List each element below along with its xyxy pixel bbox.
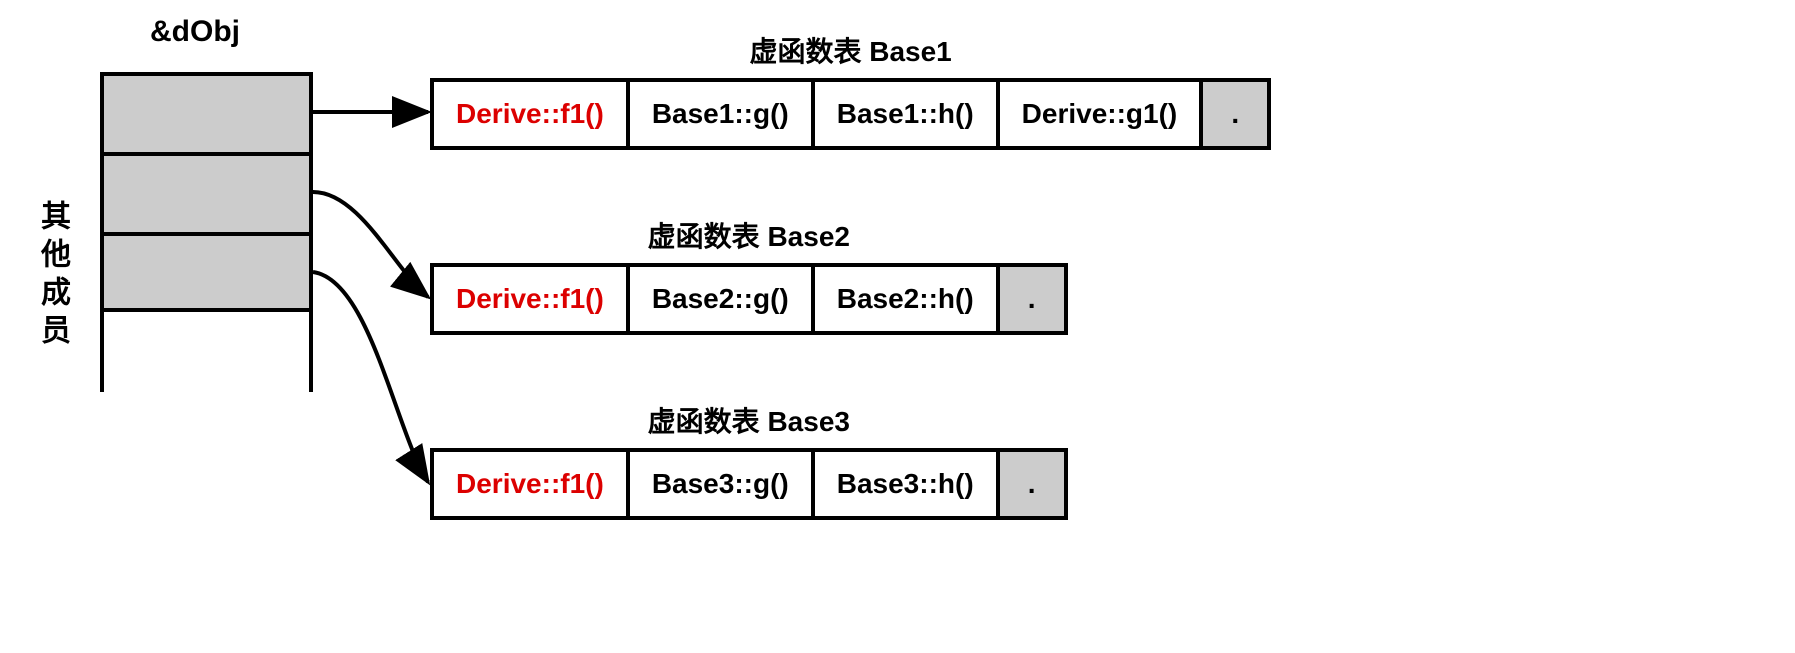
vtable-base2-cell-1: Base2::g() (630, 267, 815, 331)
vtable-base3-terminator: . (1000, 452, 1064, 516)
vtable-base2-cell-2: Base2::h() (815, 267, 1000, 331)
vtable-base3-cell-0: Derive::f1() (434, 452, 630, 516)
other-members-label: 其他成员 (30, 200, 74, 352)
vtable-base1-cell-1: Base1::g() (630, 82, 815, 146)
vtable-base2-row: Derive::f1() Base2::g() Base2::h() . (430, 263, 1068, 335)
vtable-base1-cell-0: Derive::f1() (434, 82, 630, 146)
vptr-slot-1 (100, 72, 313, 152)
vtable-base1-title: 虚函数表 Base1 (430, 30, 1271, 70)
vtable-base1: 虚函数表 Base1 Derive::f1() Base1::g() Base1… (430, 30, 1271, 150)
vtable-base1-cell-3: Derive::g1() (1000, 82, 1204, 146)
vtable-base2-cell-0: Derive::f1() (434, 267, 630, 331)
vptr-slot-3 (100, 232, 313, 312)
vtable-base3-cell-1: Base3::g() (630, 452, 815, 516)
object-memory-layout (100, 72, 313, 392)
vtable-base1-cell-2: Base1::h() (815, 82, 1000, 146)
object-pointer-label: &dObj (150, 15, 240, 49)
vtable-base3-cell-2: Base3::h() (815, 452, 1000, 516)
vtable-base3-row: Derive::f1() Base3::g() Base3::h() . (430, 448, 1068, 520)
object-extension (100, 312, 313, 392)
vptr-slot-2 (100, 152, 313, 232)
vtable-base2-terminator: . (1000, 267, 1064, 331)
vtable-base3: 虚函数表 Base3 Derive::f1() Base3::g() Base3… (430, 400, 1068, 520)
vtable-base3-title: 虚函数表 Base3 (430, 400, 1068, 440)
vtable-base2: 虚函数表 Base2 Derive::f1() Base2::g() Base2… (430, 215, 1068, 335)
vtable-base2-title: 虚函数表 Base2 (430, 215, 1068, 255)
vtable-base1-terminator: . (1203, 82, 1267, 146)
vtable-base1-row: Derive::f1() Base1::g() Base1::h() Deriv… (430, 78, 1271, 150)
